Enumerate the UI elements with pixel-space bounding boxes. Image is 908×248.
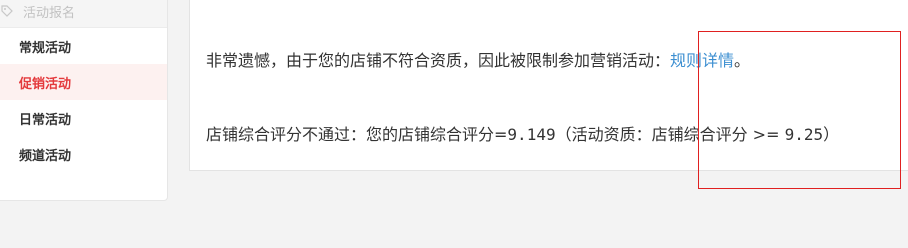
sidebar-item-label: 频道活动 [19, 148, 72, 164]
sidebar-item-channel[interactable]: 频道活动 [0, 136, 167, 172]
tag-icon [1, 5, 13, 17]
score-prefix: 店铺综合评分不通过：您的店铺综合评分= [206, 125, 508, 144]
sidebar-item-regular[interactable]: 常规活动 [0, 28, 167, 64]
sidebar-item-label: 常规活动 [19, 40, 72, 56]
qualification-text: （活动资质：店铺综合评分 >= [555, 125, 785, 144]
restriction-text: 非常遗憾，由于您的店铺不符合资质，因此被限制参加营销活动： [206, 51, 671, 70]
score-threshold: 9.25 [784, 125, 824, 144]
activity-sidebar: 活动报名 常规活动 促销活动 日常活动 频道活动 [0, 0, 168, 201]
rule-details-link[interactable]: 规则详情 [670, 51, 734, 70]
sidebar-header-label: 活动报名 [23, 5, 76, 21]
detail-close: ） [823, 125, 840, 144]
sidebar-item-daily[interactable]: 日常活动 [0, 100, 167, 136]
restriction-panel: 非常遗憾，由于您的店铺不符合资质，因此被限制参加营销活动：规则详情。 店铺综合评… [189, 0, 908, 171]
sidebar-item-label: 促销活动 [19, 76, 72, 92]
sidebar-item-label: 日常活动 [19, 112, 72, 128]
score-detail: 店铺综合评分不通过：您的店铺综合评分=9.149（活动资质：店铺综合评分 >= … [206, 121, 839, 145]
sidebar-header: 活动报名 [0, 0, 167, 28]
restriction-message: 非常遗憾，由于您的店铺不符合资质，因此被限制参加营销活动：规则详情。 [206, 47, 750, 71]
restriction-suffix: 。 [734, 51, 751, 70]
sidebar-item-promotion[interactable]: 促销活动 [0, 64, 167, 100]
store-score: 9.149 [507, 125, 556, 144]
